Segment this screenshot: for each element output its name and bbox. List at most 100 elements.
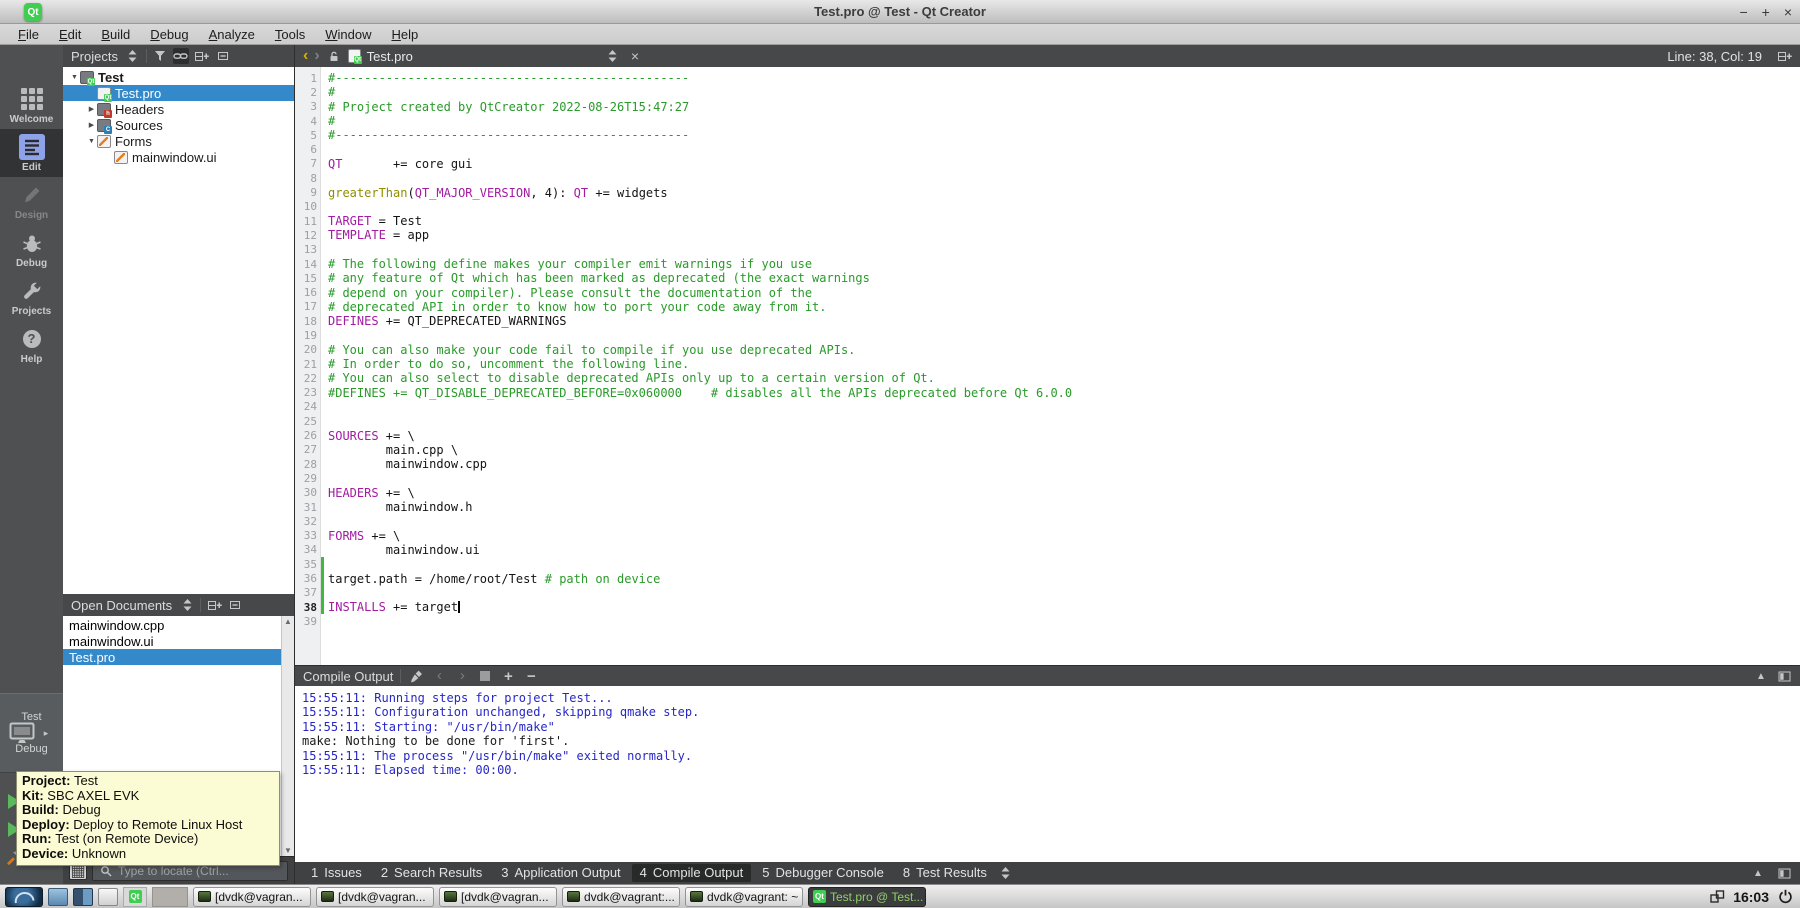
code-line-9[interactable]: 9greaterThan(QT_MAJOR_VERSION, 4): QT +=… [295, 185, 1800, 199]
code-line-39[interactable]: 39 [295, 614, 1800, 628]
kit-selector[interactable]: Test▸Debug [0, 693, 63, 773]
code-line-17[interactable]: 17# deprecated API in order to know how … [295, 300, 1800, 314]
code-line-24[interactable]: 24 [295, 400, 1800, 414]
expand-arrow-icon[interactable]: ▼ [86, 138, 97, 145]
code-editor[interactable]: 1#--------------------------------------… [295, 67, 1800, 665]
mode-projects[interactable]: Projects [0, 273, 63, 321]
code-line-11[interactable]: 11TARGET = Test [295, 214, 1800, 228]
mode-help[interactable]: ?Help [0, 321, 63, 369]
pane-button-debugger-console[interactable]: 5Debugger Console [754, 864, 892, 882]
pane-button-application-output[interactable]: 3Application Output [493, 864, 628, 882]
code-line-32[interactable]: 32 [295, 514, 1800, 528]
panel-icon[interactable] [1776, 865, 1792, 881]
collapse-arrow-icon[interactable]: ▶ [86, 105, 97, 113]
go-back-icon[interactable]: ‹ [303, 50, 308, 62]
open-document-mainwindow-ui[interactable]: mainwindow.ui [63, 633, 281, 649]
collapse-icon[interactable] [215, 48, 231, 64]
open-document-name[interactable]: Test.pro [367, 49, 413, 64]
document-dropdown-icon[interactable] [605, 48, 621, 64]
code-line-3[interactable]: 3# Project created by QtCreator 2022-08-… [295, 100, 1800, 114]
tree-item-test[interactable]: ▼QtTest [63, 69, 294, 85]
collapse-icon[interactable] [227, 597, 243, 613]
tree-item-test-pro[interactable]: QtTest.pro [63, 85, 294, 101]
mode-debug[interactable]: Debug [0, 225, 63, 273]
menu-file[interactable]: File [8, 25, 49, 44]
minus-icon[interactable]: − [523, 668, 539, 684]
menu-window[interactable]: Window [315, 25, 381, 44]
scroll-up-icon[interactable]: ▲ [284, 617, 292, 626]
code-line-37[interactable]: 37 [295, 586, 1800, 600]
mode-edit[interactable]: Edit [0, 129, 63, 177]
menu-tools[interactable]: Tools [265, 25, 315, 44]
code-line-5[interactable]: 5#--------------------------------------… [295, 128, 1800, 142]
go-forward-icon[interactable]: › [314, 50, 319, 62]
code-line-22[interactable]: 22# You can also select to disable depre… [295, 371, 1800, 385]
code-line-6[interactable]: 6 [295, 142, 1800, 156]
code-line-27[interactable]: 27 main.cpp \ [295, 443, 1800, 457]
expand-arrow-icon[interactable]: ▼ [69, 74, 80, 81]
taskbar-window-terminal[interactable]: [dvdk@vagran... [316, 887, 434, 907]
code-line-29[interactable]: 29 [295, 471, 1800, 485]
chevron-up-icon[interactable]: ▲ [1750, 865, 1766, 881]
code-line-38[interactable]: 38INSTALLS += target [295, 600, 1800, 614]
code-line-20[interactable]: 20# You can also make your code fail to … [295, 343, 1800, 357]
taskbar-window-terminal[interactable]: [dvdk@vagran... [439, 887, 557, 907]
link-icon[interactable] [173, 48, 189, 64]
code-line-13[interactable]: 13 [295, 243, 1800, 257]
code-line-36[interactable]: 36target.path = /home/root/Test # path o… [295, 571, 1800, 585]
split-add-icon[interactable] [206, 597, 222, 613]
code-line-30[interactable]: 30HEADERS += \ [295, 486, 1800, 500]
menu-debug[interactable]: Debug [140, 25, 198, 44]
panel-icon[interactable] [1776, 668, 1792, 684]
code-line-33[interactable]: 33FORMS += \ [295, 529, 1800, 543]
taskbar-window-terminal[interactable]: dvdk@vagrant:... [562, 887, 680, 907]
pane-button-test-results[interactable]: 8Test Results [895, 864, 995, 882]
power-icon[interactable] [1777, 889, 1793, 905]
code-line-18[interactable]: 18DEFINES += QT_DEPRECATED_WARNINGS [295, 314, 1800, 328]
mode-welcome[interactable]: Welcome [0, 81, 63, 129]
split-add-icon[interactable] [194, 48, 210, 64]
pane-button-issues[interactable]: 1Issues [303, 864, 370, 882]
split-editor-icon[interactable] [1776, 48, 1792, 64]
code-line-23[interactable]: 23#DEFINES += QT_DISABLE_DEPRECATED_BEFO… [295, 386, 1800, 400]
code-line-26[interactable]: 26SOURCES += \ [295, 428, 1800, 442]
code-line-1[interactable]: 1#--------------------------------------… [295, 71, 1800, 85]
menu-help[interactable]: Help [381, 25, 428, 44]
code-line-19[interactable]: 19 [295, 328, 1800, 342]
pane-button-compile-output[interactable]: 4Compile Output [632, 864, 752, 882]
code-line-14[interactable]: 14# The following define makes your comp… [295, 257, 1800, 271]
tree-item-sources[interactable]: ▶CSources [63, 117, 294, 133]
code-line-15[interactable]: 15# any feature of Qt which has been mar… [295, 271, 1800, 285]
code-line-31[interactable]: 31 mainwindow.h [295, 500, 1800, 514]
code-line-7[interactable]: 7QT += core gui [295, 157, 1800, 171]
window-list-icon[interactable] [98, 888, 118, 906]
minimize-button[interactable]: − [1739, 5, 1747, 19]
sort-icon[interactable] [125, 48, 141, 64]
code-line-21[interactable]: 21# In order to do so, uncomment the fol… [295, 357, 1800, 371]
open-documents-title[interactable]: Open Documents [71, 598, 172, 613]
code-line-34[interactable]: 34 mainwindow.ui [295, 543, 1800, 557]
code-line-12[interactable]: 12TEMPLATE = app [295, 228, 1800, 242]
filter-icon[interactable] [152, 48, 168, 64]
taskbar-window-terminal[interactable]: [dvdk@vagran... [193, 887, 311, 907]
code-line-16[interactable]: 16# depend on your compiler). Please con… [295, 285, 1800, 299]
file-manager-icon[interactable] [48, 888, 68, 906]
projects-panel-title[interactable]: Projects [71, 49, 118, 64]
menu-edit[interactable]: Edit [49, 25, 91, 44]
code-line-10[interactable]: 10 [295, 200, 1800, 214]
tree-item-mainwindow-ui[interactable]: mainwindow.ui [63, 149, 294, 165]
code-line-4[interactable]: 4# [295, 114, 1800, 128]
code-line-25[interactable]: 25 [295, 414, 1800, 428]
open-document-mainwindow-cpp[interactable]: mainwindow.cpp [63, 617, 281, 633]
tree-item-headers[interactable]: ▶hHeaders [63, 101, 294, 117]
documents-scrollbar[interactable]: ▲▼ [281, 616, 294, 856]
compile-output-log[interactable]: 15:55:11: Running steps for project Test… [295, 686, 1800, 862]
code-line-35[interactable]: 35 [295, 557, 1800, 571]
code-line-28[interactable]: 28 mainwindow.cpp [295, 457, 1800, 471]
menu-build[interactable]: Build [91, 25, 140, 44]
menu-analyze[interactable]: Analyze [199, 25, 265, 44]
tree-item-forms[interactable]: ▼Forms [63, 133, 294, 149]
chevron-up-icon[interactable]: ▲ [1753, 668, 1769, 684]
code-line-2[interactable]: 2# [295, 85, 1800, 99]
sort-icon[interactable] [179, 597, 195, 613]
